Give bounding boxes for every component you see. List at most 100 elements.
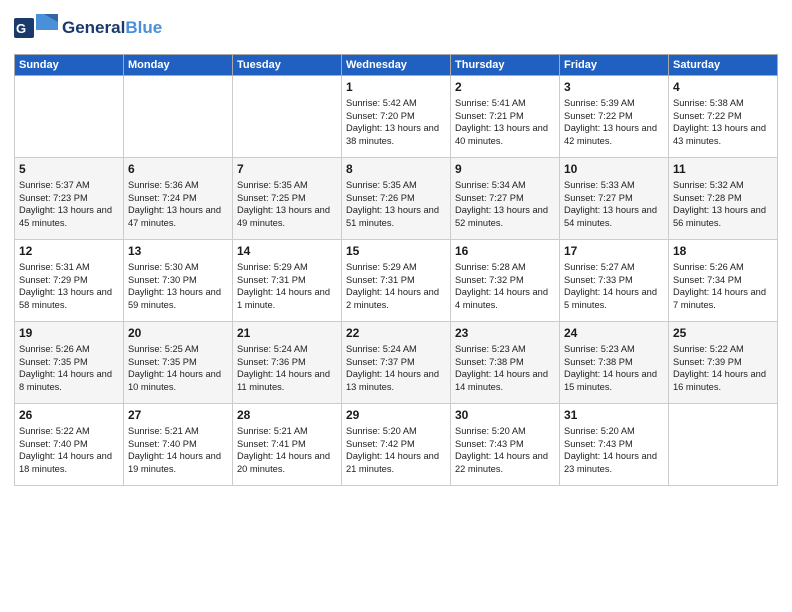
weekday-header: Thursday — [451, 55, 560, 76]
calendar-cell: 7Sunrise: 5:35 AMSunset: 7:25 PMDaylight… — [233, 158, 342, 240]
day-info: Sunrise: 5:39 AMSunset: 7:22 PMDaylight:… — [564, 97, 664, 147]
calendar-cell — [124, 76, 233, 158]
day-number: 8 — [346, 161, 446, 177]
day-number: 30 — [455, 407, 555, 423]
day-number: 26 — [19, 407, 119, 423]
calendar-header-row: SundayMondayTuesdayWednesdayThursdayFrid… — [15, 55, 778, 76]
day-info: Sunrise: 5:25 AMSunset: 7:35 PMDaylight:… — [128, 343, 228, 393]
day-info: Sunrise: 5:21 AMSunset: 7:41 PMDaylight:… — [237, 425, 337, 475]
day-number: 14 — [237, 243, 337, 259]
calendar-cell: 25Sunrise: 5:22 AMSunset: 7:39 PMDayligh… — [669, 322, 778, 404]
calendar-cell: 3Sunrise: 5:39 AMSunset: 7:22 PMDaylight… — [560, 76, 669, 158]
day-info: Sunrise: 5:41 AMSunset: 7:21 PMDaylight:… — [455, 97, 555, 147]
calendar-cell: 13 Sunrise: 5:30 AMSunset: 7:30 PMDayligh… — [124, 240, 233, 322]
day-info: Sunrise: 5:29 AMSunset: 7:31 PMDaylight:… — [237, 261, 337, 311]
day-info: Sunrise: 5:34 AMSunset: 7:27 PMDaylight:… — [455, 179, 555, 229]
day-number: 25 — [673, 325, 773, 341]
day-info: Sunrise: 5:20 AMSunset: 7:43 PMDaylight:… — [564, 425, 664, 475]
weekday-header: Wednesday — [342, 55, 451, 76]
day-info: Sunrise: 5:28 AMSunset: 7:32 PMDaylight:… — [455, 261, 555, 311]
calendar-cell: 29 Sunrise: 5:20 AMSunset: 7:42 PMDayligh… — [342, 404, 451, 486]
calendar-cell: 21 Sunrise: 5:24 AMSunset: 7:36 PMDayligh… — [233, 322, 342, 404]
day-number: 15 — [346, 243, 446, 259]
logo-text: GeneralBlue — [62, 19, 162, 38]
logo: G GeneralBlue — [14, 10, 162, 46]
calendar-cell: 19Sunrise: 5:26 AMSunset: 7:35 PMDayligh… — [15, 322, 124, 404]
calendar-cell: 4 Sunrise: 5:38 AMSunset: 7:22 PMDaylight… — [669, 76, 778, 158]
calendar-cell — [233, 76, 342, 158]
calendar-cell: 30 Sunrise: 5:20 AMSunset: 7:43 PMDayligh… — [451, 404, 560, 486]
day-number: 10 — [564, 161, 664, 177]
calendar-week-row: 5 Sunrise: 5:37 AMSunset: 7:23 PMDaylight… — [15, 158, 778, 240]
logo-icon: G — [14, 10, 58, 46]
calendar-cell: 24 Sunrise: 5:23 AMSunset: 7:38 PMDayligh… — [560, 322, 669, 404]
day-info: Sunrise: 5:32 AMSunset: 7:28 PMDaylight:… — [673, 179, 773, 229]
day-info: Sunrise: 5:24 AMSunset: 7:37 PMDaylight:… — [346, 343, 446, 393]
calendar-cell: 22 Sunrise: 5:24 AMSunset: 7:37 PMDayligh… — [342, 322, 451, 404]
day-info: Sunrise: 5:35 AMSunset: 7:26 PMDaylight:… — [346, 179, 446, 229]
calendar-week-row: 26 Sunrise: 5:22 AMSunset: 7:40 PMDayligh… — [15, 404, 778, 486]
day-info: Sunrise: 5:38 AMSunset: 7:22 PMDaylight:… — [673, 97, 773, 147]
day-number: 13 — [128, 243, 228, 259]
calendar-cell: 8 Sunrise: 5:35 AMSunset: 7:26 PMDaylight… — [342, 158, 451, 240]
day-info: Sunrise: 5:27 AMSunset: 7:33 PMDaylight:… — [564, 261, 664, 311]
day-number: 22 — [346, 325, 446, 341]
day-info: Sunrise: 5:20 AMSunset: 7:42 PMDaylight:… — [346, 425, 446, 475]
day-number: 28 — [237, 407, 337, 423]
day-info: Sunrise: 5:22 AMSunset: 7:40 PMDaylight:… — [19, 425, 119, 475]
calendar-body: 1Sunrise: 5:42 AMSunset: 7:20 PMDaylight… — [15, 76, 778, 486]
calendar-cell: 14 Sunrise: 5:29 AMSunset: 7:31 PMDayligh… — [233, 240, 342, 322]
weekday-header: Sunday — [15, 55, 124, 76]
day-number: 7 — [237, 161, 337, 177]
calendar-cell: 5 Sunrise: 5:37 AMSunset: 7:23 PMDaylight… — [15, 158, 124, 240]
calendar-cell: 12 Sunrise: 5:31 AMSunset: 7:29 PMDayligh… — [15, 240, 124, 322]
calendar-week-row: 12 Sunrise: 5:31 AMSunset: 7:29 PMDayligh… — [15, 240, 778, 322]
day-number: 2 — [455, 79, 555, 95]
day-info: Sunrise: 5:30 AMSunset: 7:30 PMDaylight:… — [128, 261, 228, 311]
calendar-cell: 17 Sunrise: 5:27 AMSunset: 7:33 PMDayligh… — [560, 240, 669, 322]
day-number: 20 — [128, 325, 228, 341]
day-number: 29 — [346, 407, 446, 423]
calendar-cell: 9Sunrise: 5:34 AMSunset: 7:27 PMDaylight… — [451, 158, 560, 240]
calendar-cell — [15, 76, 124, 158]
calendar-cell: 20 Sunrise: 5:25 AMSunset: 7:35 PMDayligh… — [124, 322, 233, 404]
day-info: Sunrise: 5:23 AMSunset: 7:38 PMDaylight:… — [564, 343, 664, 393]
calendar-cell: 10 Sunrise: 5:33 AMSunset: 7:27 PMDayligh… — [560, 158, 669, 240]
day-number: 1 — [346, 79, 446, 95]
calendar-cell — [669, 404, 778, 486]
calendar-cell: 31Sunrise: 5:20 AMSunset: 7:43 PMDayligh… — [560, 404, 669, 486]
day-info: Sunrise: 5:31 AMSunset: 7:29 PMDaylight:… — [19, 261, 119, 311]
calendar-cell: 2 Sunrise: 5:41 AMSunset: 7:21 PMDaylight… — [451, 76, 560, 158]
calendar-cell: 1Sunrise: 5:42 AMSunset: 7:20 PMDaylight… — [342, 76, 451, 158]
calendar-week-row: 1Sunrise: 5:42 AMSunset: 7:20 PMDaylight… — [15, 76, 778, 158]
page: G GeneralBlue SundayMondayTuesdayWednesd… — [0, 0, 792, 612]
day-number: 27 — [128, 407, 228, 423]
calendar-cell: 26 Sunrise: 5:22 AMSunset: 7:40 PMDayligh… — [15, 404, 124, 486]
calendar-cell: 23Sunrise: 5:23 AMSunset: 7:38 PMDayligh… — [451, 322, 560, 404]
weekday-header: Tuesday — [233, 55, 342, 76]
calendar-cell: 28 Sunrise: 5:21 AMSunset: 7:41 PMDayligh… — [233, 404, 342, 486]
day-info: Sunrise: 5:20 AMSunset: 7:43 PMDaylight:… — [455, 425, 555, 475]
day-number: 11 — [673, 161, 773, 177]
day-number: 4 — [673, 79, 773, 95]
calendar-cell: 16Sunrise: 5:28 AMSunset: 7:32 PMDayligh… — [451, 240, 560, 322]
day-number: 21 — [237, 325, 337, 341]
day-number: 12 — [19, 243, 119, 259]
day-number: 17 — [564, 243, 664, 259]
day-info: Sunrise: 5:24 AMSunset: 7:36 PMDaylight:… — [237, 343, 337, 393]
day-number: 19 — [19, 325, 119, 341]
day-number: 24 — [564, 325, 664, 341]
calendar-cell: 11 Sunrise: 5:32 AMSunset: 7:28 PMDayligh… — [669, 158, 778, 240]
day-number: 23 — [455, 325, 555, 341]
svg-text:G: G — [16, 21, 26, 36]
weekday-header: Monday — [124, 55, 233, 76]
day-info: Sunrise: 5:37 AMSunset: 7:23 PMDaylight:… — [19, 179, 119, 229]
day-number: 6 — [128, 161, 228, 177]
day-number: 5 — [19, 161, 119, 177]
day-info: Sunrise: 5:33 AMSunset: 7:27 PMDaylight:… — [564, 179, 664, 229]
weekday-header: Saturday — [669, 55, 778, 76]
calendar-cell: 15Sunrise: 5:29 AMSunset: 7:31 PMDayligh… — [342, 240, 451, 322]
day-info: Sunrise: 5:21 AMSunset: 7:40 PMDaylight:… — [128, 425, 228, 475]
day-number: 18 — [673, 243, 773, 259]
day-info: Sunrise: 5:26 AMSunset: 7:34 PMDaylight:… — [673, 261, 773, 311]
